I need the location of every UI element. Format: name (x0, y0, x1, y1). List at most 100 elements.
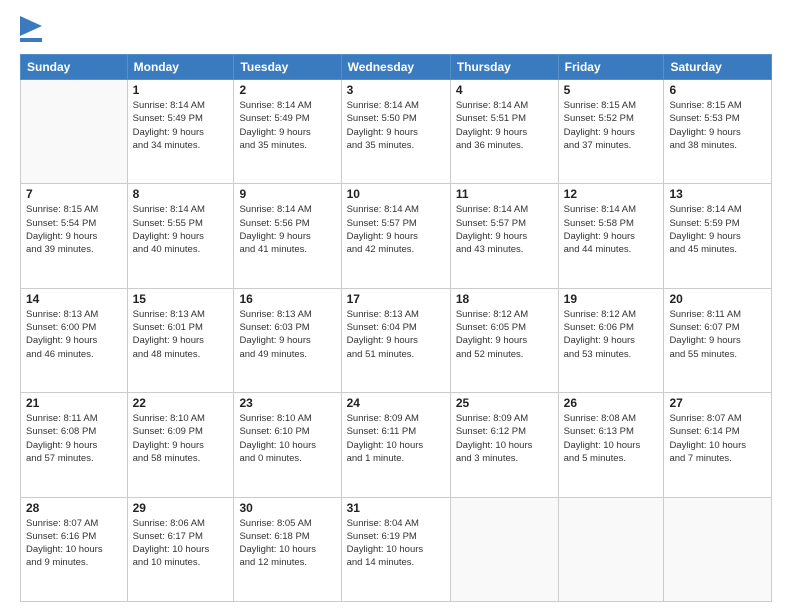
calendar-cell (558, 497, 664, 601)
day-number: 5 (564, 83, 659, 97)
day-number: 30 (239, 501, 335, 515)
weekday-header: Monday (127, 55, 234, 80)
day-info: Sunrise: 8:14 AMSunset: 5:49 PMDaylight:… (133, 99, 229, 152)
calendar-cell: 7 Sunrise: 8:15 AMSunset: 5:54 PMDaylight… (21, 184, 128, 288)
calendar-cell: 20 Sunrise: 8:11 AMSunset: 6:07 PMDayligh… (664, 288, 772, 392)
day-number: 25 (456, 396, 553, 410)
day-info: Sunrise: 8:15 AMSunset: 5:54 PMDaylight:… (26, 203, 122, 256)
header (20, 16, 772, 44)
calendar-cell: 24 Sunrise: 8:09 AMSunset: 6:11 PMDayligh… (341, 393, 450, 497)
day-info: Sunrise: 8:10 AMSunset: 6:10 PMDaylight:… (239, 412, 335, 465)
day-number: 1 (133, 83, 229, 97)
day-info: Sunrise: 8:11 AMSunset: 6:08 PMDaylight:… (26, 412, 122, 465)
weekday-header: Saturday (664, 55, 772, 80)
calendar-cell: 8Sunrise: 8:14 AMSunset: 5:55 PMDaylight… (127, 184, 234, 288)
calendar-cell: 14Sunrise: 8:13 AMSunset: 6:00 PMDayligh… (21, 288, 128, 392)
day-number: 8 (133, 187, 229, 201)
day-number: 26 (564, 396, 659, 410)
calendar-cell: 19 Sunrise: 8:12 AMSunset: 6:06 PMDayligh… (558, 288, 664, 392)
calendar-week-row: 21 Sunrise: 8:11 AMSunset: 6:08 PMDayligh… (21, 393, 772, 497)
day-number: 10 (347, 187, 445, 201)
calendar-cell: 18 Sunrise: 8:12 AMSunset: 6:05 PMDayligh… (450, 288, 558, 392)
day-info: Sunrise: 8:14 AMSunset: 5:49 PMDaylight:… (239, 99, 335, 152)
weekday-header: Sunday (21, 55, 128, 80)
day-number: 7 (26, 187, 122, 201)
day-info: Sunrise: 8:07 AMSunset: 6:16 PMDaylight:… (26, 517, 122, 570)
day-number: 20 (669, 292, 766, 306)
calendar-cell: 16 Sunrise: 8:13 AMSunset: 6:03 PMDayligh… (234, 288, 341, 392)
calendar-cell: 29 Sunrise: 8:06 AMSunset: 6:17 PMDayligh… (127, 497, 234, 601)
day-number: 19 (564, 292, 659, 306)
day-info: Sunrise: 8:12 AMSunset: 6:05 PMDaylight:… (456, 308, 553, 361)
day-info: Sunrise: 8:09 AMSunset: 6:12 PMDaylight:… (456, 412, 553, 465)
weekday-header: Tuesday (234, 55, 341, 80)
day-number: 29 (133, 501, 229, 515)
day-info: Sunrise: 8:04 AMSunset: 6:19 PMDaylight:… (347, 517, 445, 570)
calendar-cell: 6Sunrise: 8:15 AMSunset: 5:53 PMDaylight… (664, 80, 772, 184)
day-number: 13 (669, 187, 766, 201)
day-info: Sunrise: 8:10 AMSunset: 6:09 PMDaylight:… (133, 412, 229, 465)
day-number: 18 (456, 292, 553, 306)
day-number: 15 (133, 292, 229, 306)
day-info: Sunrise: 8:08 AMSunset: 6:13 PMDaylight:… (564, 412, 659, 465)
calendar-cell: 11 Sunrise: 8:14 AMSunset: 5:57 PMDayligh… (450, 184, 558, 288)
day-info: Sunrise: 8:11 AMSunset: 6:07 PMDaylight:… (669, 308, 766, 361)
calendar-cell: 4 Sunrise: 8:14 AMSunset: 5:51 PMDaylight… (450, 80, 558, 184)
day-number: 3 (347, 83, 445, 97)
calendar-cell: 10 Sunrise: 8:14 AMSunset: 5:57 PMDayligh… (341, 184, 450, 288)
day-info: Sunrise: 8:14 AMSunset: 5:59 PMDaylight:… (669, 203, 766, 256)
day-info: Sunrise: 8:07 AMSunset: 6:14 PMDaylight:… (669, 412, 766, 465)
weekday-header: Friday (558, 55, 664, 80)
day-number: 21 (26, 396, 122, 410)
day-info: Sunrise: 8:14 AMSunset: 5:58 PMDaylight:… (564, 203, 659, 256)
day-number: 28 (26, 501, 122, 515)
calendar-cell: 13 Sunrise: 8:14 AMSunset: 5:59 PMDayligh… (664, 184, 772, 288)
day-number: 4 (456, 83, 553, 97)
day-number: 16 (239, 292, 335, 306)
calendar-cell: 26 Sunrise: 8:08 AMSunset: 6:13 PMDayligh… (558, 393, 664, 497)
calendar-week-row: 7 Sunrise: 8:15 AMSunset: 5:54 PMDaylight… (21, 184, 772, 288)
calendar-cell: 22 Sunrise: 8:10 AMSunset: 6:09 PMDayligh… (127, 393, 234, 497)
day-info: Sunrise: 8:15 AMSunset: 5:52 PMDaylight:… (564, 99, 659, 152)
day-info: Sunrise: 8:14 AMSunset: 5:57 PMDaylight:… (347, 203, 445, 256)
calendar-cell (450, 497, 558, 601)
calendar-cell: 5 Sunrise: 8:15 AMSunset: 5:52 PMDaylight… (558, 80, 664, 184)
day-number: 2 (239, 83, 335, 97)
day-number: 17 (347, 292, 445, 306)
calendar-cell: 1 Sunrise: 8:14 AMSunset: 5:49 PMDaylight… (127, 80, 234, 184)
calendar-week-row: 1 Sunrise: 8:14 AMSunset: 5:49 PMDaylight… (21, 80, 772, 184)
weekday-header: Thursday (450, 55, 558, 80)
day-number: 11 (456, 187, 553, 201)
day-info: Sunrise: 8:13 AMSunset: 6:04 PMDaylight:… (347, 308, 445, 361)
calendar-cell (21, 80, 128, 184)
day-number: 12 (564, 187, 659, 201)
day-info: Sunrise: 8:09 AMSunset: 6:11 PMDaylight:… (347, 412, 445, 465)
calendar-week-row: 14Sunrise: 8:13 AMSunset: 6:00 PMDayligh… (21, 288, 772, 392)
calendar-cell (664, 497, 772, 601)
day-info: Sunrise: 8:14 AMSunset: 5:51 PMDaylight:… (456, 99, 553, 152)
day-number: 31 (347, 501, 445, 515)
day-info: Sunrise: 8:06 AMSunset: 6:17 PMDaylight:… (133, 517, 229, 570)
calendar-cell: 23 Sunrise: 8:10 AMSunset: 6:10 PMDayligh… (234, 393, 341, 497)
day-number: 23 (239, 396, 335, 410)
calendar-cell: 15 Sunrise: 8:13 AMSunset: 6:01 PMDayligh… (127, 288, 234, 392)
calendar-cell: 31 Sunrise: 8:04 AMSunset: 6:19 PMDayligh… (341, 497, 450, 601)
day-info: Sunrise: 8:13 AMSunset: 6:01 PMDaylight:… (133, 308, 229, 361)
day-info: Sunrise: 8:14 AMSunset: 5:57 PMDaylight:… (456, 203, 553, 256)
day-number: 24 (347, 396, 445, 410)
day-info: Sunrise: 8:14 AMSunset: 5:50 PMDaylight:… (347, 99, 445, 152)
calendar-week-row: 28 Sunrise: 8:07 AMSunset: 6:16 PMDayligh… (21, 497, 772, 601)
day-info: Sunrise: 8:13 AMSunset: 6:00 PMDaylight:… (26, 308, 122, 361)
day-number: 9 (239, 187, 335, 201)
day-info: Sunrise: 8:14 AMSunset: 5:56 PMDaylight:… (239, 203, 335, 256)
page: SundayMondayTuesdayWednesdayThursdayFrid… (0, 0, 792, 612)
calendar-cell: 21 Sunrise: 8:11 AMSunset: 6:08 PMDayligh… (21, 393, 128, 497)
calendar-cell: 28 Sunrise: 8:07 AMSunset: 6:16 PMDayligh… (21, 497, 128, 601)
calendar-cell: 27Sunrise: 8:07 AMSunset: 6:14 PMDayligh… (664, 393, 772, 497)
day-info: Sunrise: 8:13 AMSunset: 6:03 PMDaylight:… (239, 308, 335, 361)
day-number: 22 (133, 396, 229, 410)
calendar-cell: 9 Sunrise: 8:14 AMSunset: 5:56 PMDaylight… (234, 184, 341, 288)
calendar-cell: 25 Sunrise: 8:09 AMSunset: 6:12 PMDayligh… (450, 393, 558, 497)
day-info: Sunrise: 8:15 AMSunset: 5:53 PMDaylight:… (669, 99, 766, 152)
day-info: Sunrise: 8:12 AMSunset: 6:06 PMDaylight:… (564, 308, 659, 361)
